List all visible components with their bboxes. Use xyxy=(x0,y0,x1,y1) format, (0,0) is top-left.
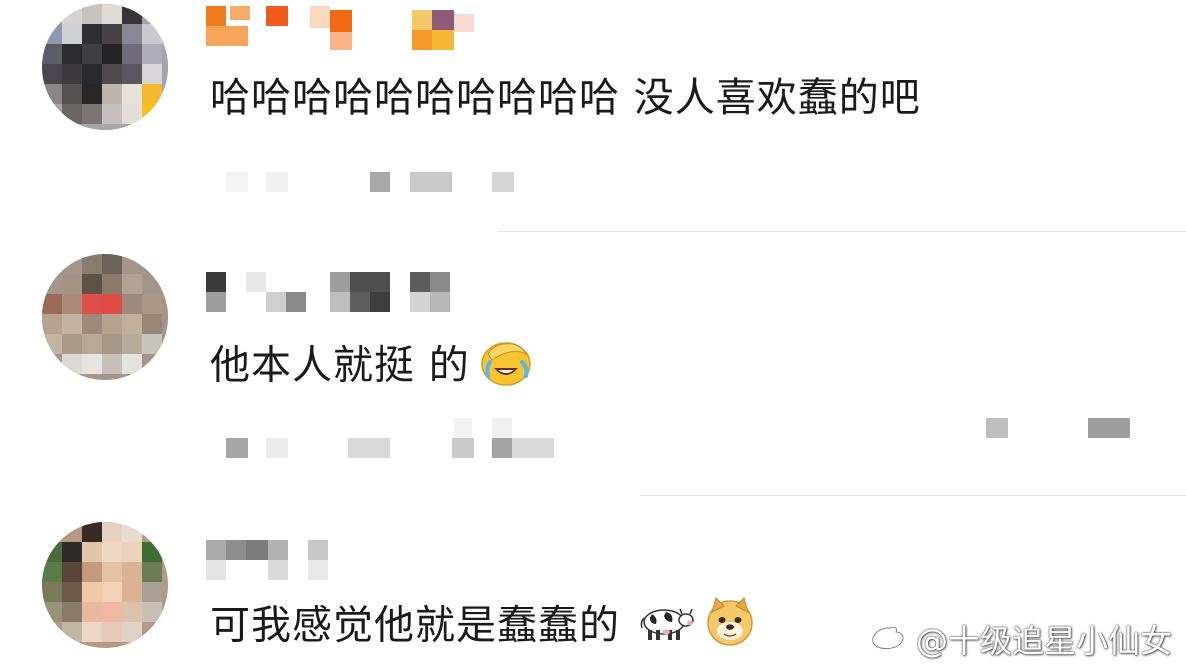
comment-1: 哈哈哈哈哈哈哈哈哈哈 没人喜欢蠢的吧 xyxy=(0,0,1186,232)
weibo-logo-icon xyxy=(870,618,910,660)
comment-text: 哈哈哈哈哈哈哈哈哈哈 没人喜欢蠢的吧 xyxy=(210,75,921,121)
watermark: @十级追星小仙女 xyxy=(870,616,1172,662)
comment-text-content: 他本人就挺 的 xyxy=(210,342,470,389)
username-redacted[interactable] xyxy=(206,272,456,314)
username-redacted[interactable] xyxy=(206,540,336,582)
meta-redacted xyxy=(226,170,526,192)
comment-text-content: 可我感觉他就是蠢蠢的 xyxy=(210,602,620,649)
laughing-crying-emoji-icon xyxy=(478,338,534,397)
avatar[interactable] xyxy=(42,522,168,648)
avatar[interactable] xyxy=(42,4,168,130)
like-count-redacted[interactable] xyxy=(986,418,1132,440)
comment-2: 他本人就挺 的 xyxy=(0,232,1186,496)
meta-redacted xyxy=(226,416,556,460)
avatar[interactable] xyxy=(42,254,168,380)
username-redacted[interactable] xyxy=(206,6,476,50)
doge-emoji-icon xyxy=(704,596,756,659)
watermark-text: @十级追星小仙女 xyxy=(915,622,1172,660)
cow-emoji-icon xyxy=(638,600,694,655)
comment-text: 可我感觉他就是蠢蠢的 xyxy=(210,596,756,659)
comment-text: 他本人就挺 的 xyxy=(210,338,534,397)
